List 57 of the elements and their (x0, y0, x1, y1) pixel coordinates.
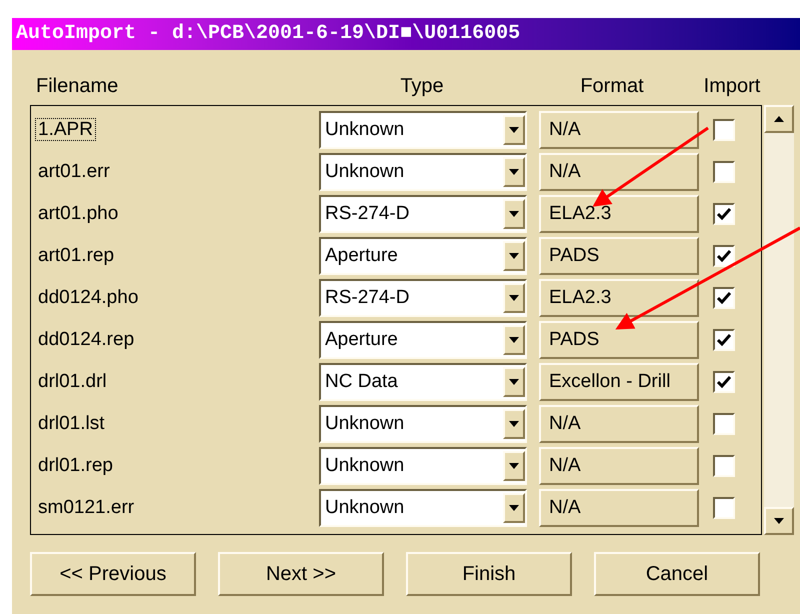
import-checkbox[interactable] (713, 245, 735, 267)
type-dropdown[interactable]: Unknown (319, 153, 527, 191)
check-icon (717, 292, 731, 304)
check-icon (717, 334, 731, 346)
type-dropdown[interactable]: Aperture (319, 321, 527, 359)
format-button[interactable]: N/A (539, 111, 699, 149)
filename-label[interactable]: drl01.lst (35, 412, 108, 435)
type-dropdown[interactable]: Unknown (319, 489, 527, 527)
wizard-button[interactable]: Cancel (594, 552, 760, 596)
format-button[interactable]: ELA2.3 (539, 195, 699, 233)
type-dropdown[interactable]: Aperture (319, 237, 527, 275)
wizard-button[interactable]: << Previous (30, 552, 196, 596)
column-header: Filename (35, 74, 120, 99)
filename-label[interactable]: art01.rep (35, 244, 118, 267)
filename-label[interactable]: art01.err (35, 160, 113, 183)
format-button[interactable]: N/A (539, 489, 699, 527)
import-checkbox[interactable] (713, 413, 735, 435)
format-button[interactable]: N/A (539, 447, 699, 485)
filename-label[interactable]: drl01.drl (35, 370, 110, 393)
scrollbar[interactable] (764, 105, 794, 535)
type-dropdown[interactable]: NC Data (319, 363, 527, 401)
wizard-button[interactable]: Next >> (218, 552, 384, 596)
type-dropdown[interactable]: RS-274-D (319, 279, 527, 317)
filename-label[interactable]: art01.pho (35, 202, 122, 225)
filename-label[interactable]: sm0121.err (35, 496, 138, 519)
import-checkbox[interactable] (713, 161, 735, 183)
filename-label[interactable]: dd0124.pho (35, 286, 142, 309)
column-header: Type (399, 74, 445, 99)
import-checkbox[interactable] (713, 203, 735, 225)
window-title: AutoImport - d:\PCB\2001-6-19\DI■\U0116005 (16, 21, 520, 47)
scroll-up-icon[interactable] (764, 105, 794, 133)
import-checkbox[interactable] (713, 329, 735, 351)
check-icon (717, 376, 731, 388)
scroll-down-icon[interactable] (764, 507, 794, 535)
type-dropdown[interactable]: RS-274-D (319, 195, 527, 233)
import-checkbox[interactable] (713, 497, 735, 519)
format-button[interactable]: N/A (539, 153, 699, 191)
import-checkbox[interactable] (713, 371, 735, 393)
type-dropdown[interactable]: Unknown (319, 447, 527, 485)
column-header: Format (579, 74, 645, 99)
filename-label[interactable]: 1.APR (35, 118, 96, 141)
import-checkbox[interactable] (713, 287, 735, 309)
import-checkbox[interactable] (713, 455, 735, 477)
filename-label[interactable]: drl01.rep (35, 454, 116, 477)
format-button[interactable]: Excellon - Drill (539, 363, 699, 401)
filename-label[interactable]: dd0124.rep (35, 328, 138, 351)
format-button[interactable]: N/A (539, 405, 699, 443)
check-icon (717, 208, 731, 220)
check-icon (717, 250, 731, 262)
format-button[interactable]: PADS (539, 237, 699, 275)
column-header: Import (702, 74, 762, 99)
type-dropdown[interactable]: Unknown (319, 111, 527, 149)
type-dropdown[interactable]: Unknown (319, 405, 527, 443)
wizard-button[interactable]: Finish (406, 552, 572, 596)
format-button[interactable]: ELA2.3 (539, 279, 699, 317)
format-button[interactable]: PADS (539, 321, 699, 359)
import-checkbox[interactable] (713, 119, 735, 141)
